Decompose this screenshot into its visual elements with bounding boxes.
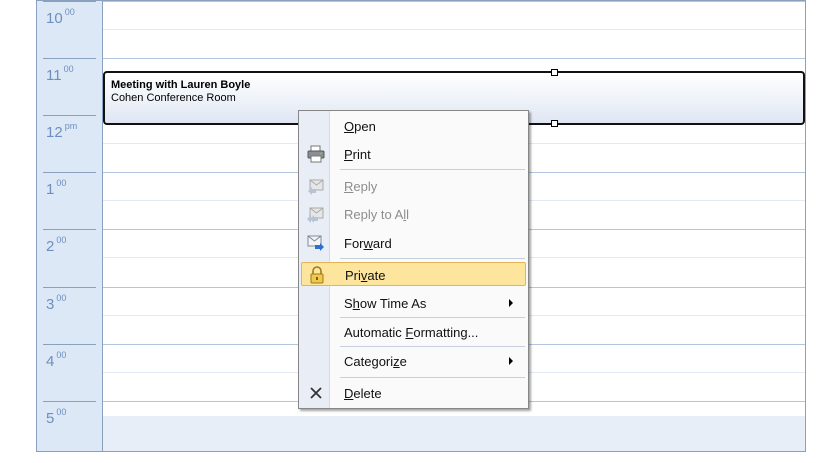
menu-item-open[interactable]: Open xyxy=(301,114,526,138)
menu-separator xyxy=(340,346,525,347)
menu-item-label: Show Time As xyxy=(344,296,427,311)
menu-item-label: Private xyxy=(345,268,386,283)
menu-item-automatic-formatting[interactable]: Automatic Formatting... xyxy=(301,320,526,344)
hour-label: 11 00 xyxy=(37,58,102,115)
lock-icon xyxy=(308,266,326,284)
menu-item-show-time-as[interactable]: Show Time As xyxy=(301,291,526,315)
hour-suffix: 00 xyxy=(56,406,67,417)
hour-label: 10 00 xyxy=(37,1,102,58)
menu-item-reply-to-all[interactable]: Reply to All xyxy=(301,202,526,226)
time-ruler: 10 00 11 00 12 pm 1 00 2 00 3 00 4 00 5 00 xyxy=(37,1,103,451)
hour-label: 5 00 xyxy=(37,400,102,451)
hour-number: 10 xyxy=(46,10,63,27)
hour-text: 4 00 xyxy=(46,349,67,370)
hour-label: 12 pm xyxy=(37,115,102,172)
menu-item-label: Print xyxy=(344,147,371,162)
hour-text: 10 00 xyxy=(46,7,75,27)
hour-text: 1 00 xyxy=(46,178,67,199)
time-slot-5pm[interactable] xyxy=(103,416,805,451)
context-menu: Open Print Reply Reply to All Forward Private… xyxy=(298,110,529,409)
hour-tick xyxy=(43,115,96,117)
appointment-location: Cohen Conference Room xyxy=(111,92,236,104)
menu-item-delete[interactable]: Delete xyxy=(301,381,526,405)
appointment-title: Meeting with Lauren Boyle xyxy=(111,79,251,91)
hour-suffix: 00 xyxy=(56,235,67,246)
hour-number: 11 xyxy=(46,67,62,85)
menu-item-private[interactable]: Private xyxy=(301,262,526,286)
menu-item-label: Open xyxy=(344,119,376,134)
menu-item-label: Forward xyxy=(344,236,392,251)
submenu-arrow-icon xyxy=(509,357,513,365)
hour-text: 2 00 xyxy=(46,235,67,256)
menu-item-label: Categorize xyxy=(344,354,407,369)
menu-item-label: Delete xyxy=(344,386,382,401)
reply-icon xyxy=(307,177,325,195)
hour-tick xyxy=(43,286,96,288)
hour-label: 3 00 xyxy=(37,286,102,344)
resize-handle-top[interactable] xyxy=(551,69,558,76)
hour-tick xyxy=(43,1,96,2)
hour-gridline xyxy=(103,58,805,60)
hour-suffix: 00 xyxy=(56,178,67,189)
delete-icon xyxy=(307,384,325,402)
menu-item-forward[interactable]: Forward xyxy=(301,231,526,255)
resize-handle-bottom[interactable] xyxy=(551,120,558,127)
hour-number: 1 xyxy=(46,181,55,199)
menu-separator xyxy=(340,169,525,170)
menu-separator xyxy=(340,258,525,259)
hour-label: 1 00 xyxy=(37,172,102,229)
hour-suffix: 00 xyxy=(63,64,74,75)
hour-label: 4 00 xyxy=(37,343,102,401)
print-icon xyxy=(307,145,325,163)
hour-tick xyxy=(43,58,96,60)
menu-item-label: Reply xyxy=(344,179,378,194)
hour-text: 12 pm xyxy=(46,121,78,142)
hour-number: 2 xyxy=(46,238,55,256)
hour-label: 2 00 xyxy=(37,229,102,286)
half-hour-gridline xyxy=(103,29,805,30)
hour-text: 11 00 xyxy=(46,64,74,85)
menu-separator xyxy=(340,377,525,378)
hour-gridline xyxy=(103,1,805,2)
hour-number: 3 xyxy=(46,295,55,313)
hour-suffix: pm xyxy=(64,121,78,132)
hour-tick xyxy=(43,172,96,174)
hour-number: 4 xyxy=(46,352,55,370)
submenu-arrow-icon xyxy=(509,299,513,307)
reply-all-icon xyxy=(307,205,325,223)
hour-number: 12 xyxy=(46,124,63,142)
hour-suffix: 00 xyxy=(56,292,67,303)
menu-item-label: Automatic Formatting... xyxy=(344,325,479,340)
menu-separator xyxy=(340,317,525,318)
hour-suffix: 00 xyxy=(56,349,67,360)
menu-item-reply[interactable]: Reply xyxy=(301,174,526,198)
hour-number: 5 xyxy=(46,409,55,427)
hour-text: 3 00 xyxy=(46,292,67,313)
menu-item-categorize[interactable]: Categorize xyxy=(301,349,526,373)
hour-tick xyxy=(43,229,96,231)
hour-suffix: 00 xyxy=(64,7,75,17)
menu-item-print[interactable]: Print xyxy=(301,142,526,166)
hour-tick xyxy=(43,400,96,402)
hour-tick xyxy=(43,343,96,345)
menu-item-label: Reply to All xyxy=(344,207,410,222)
forward-icon xyxy=(307,234,325,252)
hour-text: 5 00 xyxy=(46,406,67,427)
